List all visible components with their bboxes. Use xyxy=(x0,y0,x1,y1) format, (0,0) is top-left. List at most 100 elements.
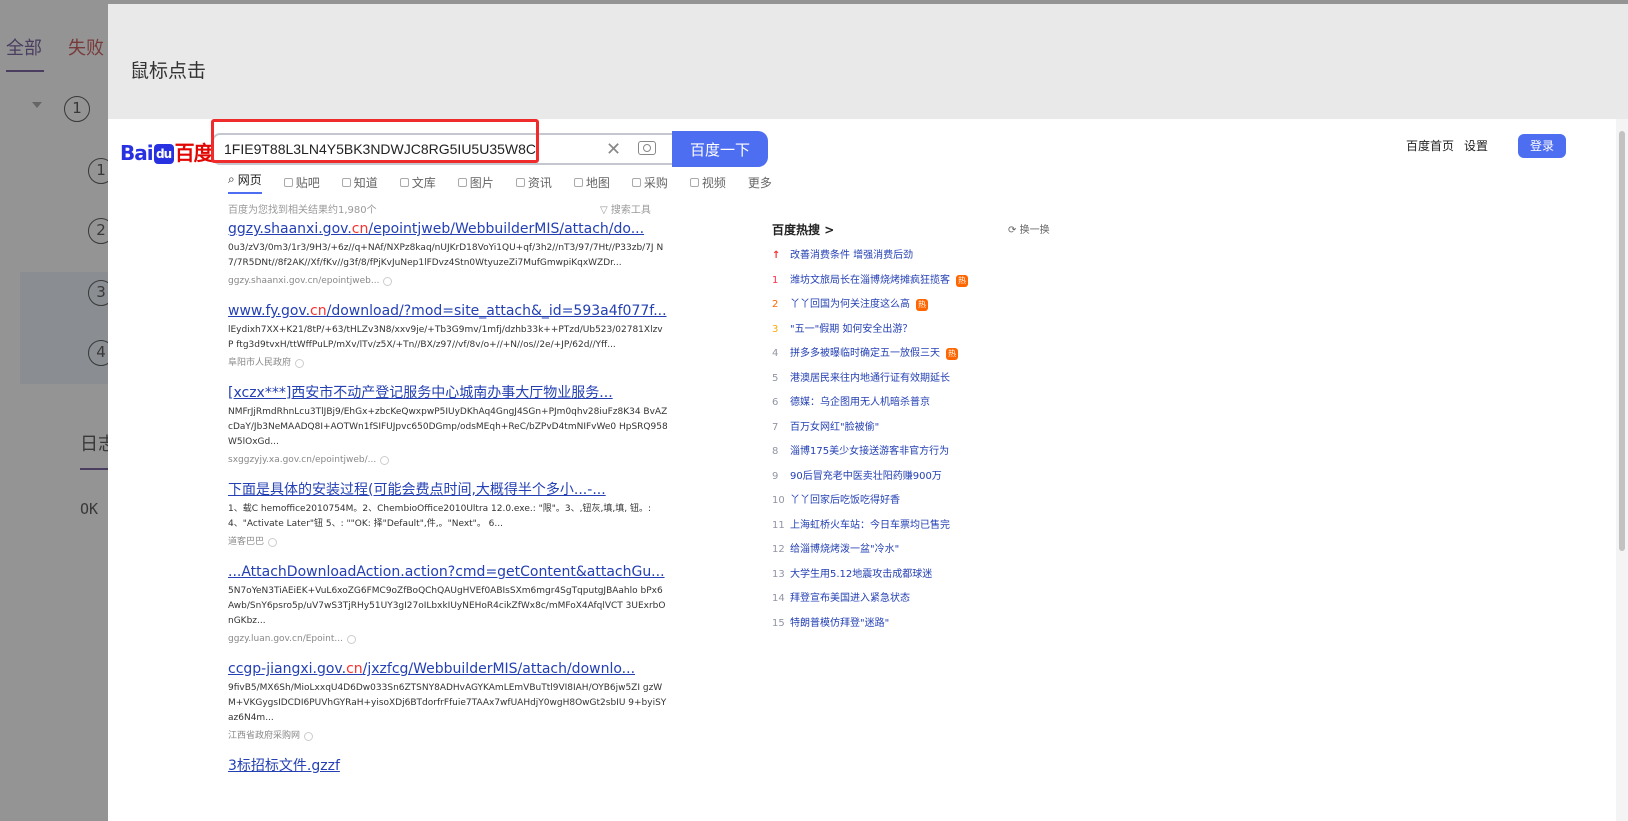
hot-search-text: 德媒：乌企图用无人机暗杀普京 xyxy=(790,397,930,408)
search-tabs: ⌕ 网页 贴吧 知道 文库 图片 资讯 地图 采购 视频 更多 xyxy=(228,171,772,194)
hot-search-title: 百度热搜 xyxy=(772,223,821,237)
hot-search-item[interactable]: 5 港澳居民来往内地通行证有效期延长 xyxy=(772,367,1072,392)
result-source[interactable]: sxggzyjy.xa.gov.cn/epointjweb/... xyxy=(228,452,668,468)
result-title-link[interactable]: ggzy.shaanxi.gov.cn/epointjweb/Webbuilde… xyxy=(228,219,668,239)
info-icon[interactable] xyxy=(304,731,314,741)
search-tools-button[interactable]: ▽ 搜索工具 xyxy=(600,201,651,216)
tab-label: 更多 xyxy=(747,176,772,190)
chevron-right-icon: > xyxy=(824,223,835,237)
hot-search-list: ↑ 改善消费条件 增强消费后劲 1 潍坊文旅局长在淄博烧烤摊疯狂揽客热 2 丫丫回国为何关… xyxy=(772,244,1072,636)
tab-images[interactable]: 图片 xyxy=(457,171,494,194)
info-icon[interactable] xyxy=(380,455,390,465)
result-title-text: ...AttachDownloadAction.action?cmd=getCo… xyxy=(228,564,665,580)
tab-purchase[interactable]: 采购 xyxy=(631,171,668,194)
tab-more[interactable]: 更多 xyxy=(748,171,772,194)
hot-search-item[interactable]: 7 百万女网红"脸被偷" xyxy=(772,416,1072,441)
hot-search-item[interactable]: 3 "五一"假期 如何安全出游？ xyxy=(772,318,1072,343)
result-source[interactable]: ggzy.shaanxi.gov.cn/epointjweb... xyxy=(228,273,668,289)
hot-search-text: 丫丫回家后吃饭吃得好香 xyxy=(790,495,900,506)
result-title-link[interactable]: 3标招标文件.gzzf xyxy=(228,756,668,776)
tab-web[interactable]: ⌕ 网页 xyxy=(228,171,262,194)
hot-badge: 热 xyxy=(916,299,928,312)
info-icon[interactable] xyxy=(295,358,305,368)
baidu-logo[interactable]: Bai du 百度 xyxy=(120,137,214,166)
search-result: ggzy.shaanxi.gov.cn/epointjweb/Webbuilde… xyxy=(228,219,668,289)
tab-wenku[interactable]: 文库 xyxy=(399,171,436,194)
result-title-link[interactable]: ccgp-jiangxi.gov.cn/jxzfcg/WebbuilderMIS… xyxy=(228,659,668,679)
hot-search-header[interactable]: 百度热搜 > ⟳ 换一换 xyxy=(772,221,1072,238)
map-icon xyxy=(573,178,583,187)
hot-search-item[interactable]: 14 拜登宣布美国进入紧急状态 xyxy=(772,587,1072,612)
tab-tieba[interactable]: 贴吧 xyxy=(283,171,320,194)
logo-text-right: 百度 xyxy=(174,141,214,165)
hot-search-text: 潍坊文旅局长在淄博烧烤摊疯狂揽客 xyxy=(790,274,950,286)
hot-search-item[interactable]: 13 大学生用5.12地震攻击成都球迷 xyxy=(772,563,1072,588)
hot-search-text: 丫丫回国为何关注度这么高 xyxy=(790,299,910,310)
tab-label: 采购 xyxy=(643,176,668,190)
hot-badge: 热 xyxy=(946,348,958,361)
hot-rank: 3 xyxy=(772,323,779,335)
login-button[interactable]: 登录 xyxy=(1518,134,1566,158)
hot-search-text: 百万女网红"脸被偷" xyxy=(790,421,880,433)
hot-rank: 14 xyxy=(772,593,785,604)
scrollbar-thumb[interactable] xyxy=(1619,131,1625,551)
result-snippet: 5N7oYeN3TiAEiEK+VuL6xoZG6FMC9oZfBoQChQAU… xyxy=(228,586,666,626)
result-count: 百度为您找到相关结果约1,980个 xyxy=(228,205,377,216)
result-title-text: cn xyxy=(310,303,327,319)
tab-zhidao[interactable]: 知道 xyxy=(341,171,378,194)
hot-search-text: 特朗普模仿拜登"迷路" xyxy=(790,617,890,629)
baidu-home-link[interactable]: 百度首页 xyxy=(1406,137,1454,154)
result-source[interactable]: 阜阳市人民政府 xyxy=(228,355,668,371)
hot-search-item[interactable]: 2 丫丫回国为何关注度这么高热 xyxy=(772,293,1072,318)
close-icon[interactable]: ✕ xyxy=(606,139,621,160)
tab-label: 视频 xyxy=(701,176,726,190)
info-icon[interactable] xyxy=(268,537,278,547)
tab-map[interactable]: 地图 xyxy=(573,171,610,194)
hot-search-item[interactable]: 8 淄博175美少女接送游客非官方行为 xyxy=(772,440,1072,465)
tab-video[interactable]: 视频 xyxy=(689,171,726,194)
search-results: ggzy.shaanxi.gov. cn/epointjweb/Webbuilde… xyxy=(228,219,668,788)
result-source[interactable]: 江西省政府采购网 xyxy=(228,728,668,744)
settings-link[interactable]: 设置 xyxy=(1464,137,1488,154)
hot-search-item[interactable]: 10 丫丫回家后吃饭吃得好香 xyxy=(772,489,1072,514)
info-icon[interactable] xyxy=(383,276,393,286)
hot-search-item[interactable]: 6 德媒：乌企图用无人机暗杀普京 xyxy=(772,391,1072,416)
hot-rank: 1 xyxy=(772,274,779,286)
wenku-icon xyxy=(399,178,409,187)
result-title-text: /epointjweb/WebbuilderMIS/attach/do... xyxy=(368,221,645,237)
hot-search-item[interactable]: 9 90后冒充老中医卖壮阳药赚900万 xyxy=(772,465,1072,490)
result-source[interactable]: 道客巴巴 xyxy=(228,534,668,550)
result-title-link[interactable]: ...AttachDownloadAction.action?cmd=getCo… xyxy=(228,562,668,582)
result-title-text: cn xyxy=(346,661,363,677)
hot-search-item[interactable]: ↑ 改善消费条件 增强消费后劲 xyxy=(772,244,1072,269)
hot-rank: 8 xyxy=(772,446,779,457)
hot-rank: 4 xyxy=(772,348,779,359)
purchase-icon xyxy=(631,178,641,187)
hot-rank: 11 xyxy=(772,519,785,531)
scrollbar[interactable] xyxy=(1616,119,1628,821)
hot-search-item[interactable]: 12 给淄博烧烤泼一盆"冷水" xyxy=(772,538,1072,563)
result-source-text: 道客巴巴 xyxy=(228,537,265,547)
refresh-hot-button[interactable]: ⟳ 换一换 xyxy=(1008,221,1050,236)
result-source-text: 江西省政府采购网 xyxy=(228,731,301,741)
hot-search-text: 淄博175美少女接送游客非官方行为 xyxy=(790,446,950,457)
result-title-link[interactable]: [xczx***]西安市不动产登记服务中心城南办事大厅物业服务... xyxy=(228,383,668,403)
refresh-label: 换一换 xyxy=(1019,225,1050,236)
image-icon xyxy=(457,178,467,187)
info-icon[interactable] xyxy=(346,634,356,644)
hot-search-item[interactable]: 1 潍坊文旅局长在淄博烧烤摊疯狂揽客热 xyxy=(772,269,1072,294)
tab-news[interactable]: 资讯 xyxy=(515,171,552,194)
result-title-link[interactable]: 下面是具体的安装过程(可能会费点时间,大概得半个多小...-... xyxy=(228,480,668,500)
camera-icon[interactable] xyxy=(638,141,656,155)
hot-search-text: 拜登宣布美国进入紧急状态 xyxy=(790,593,910,604)
search-button[interactable]: 百度一下 xyxy=(672,131,768,167)
result-title-link[interactable]: www.fy.gov.cn/download/?mod=site_attach&… xyxy=(228,301,668,321)
screenshot-modal: 鼠标点击 Baidu百度 ✕ 百度一下 百度首页 设置 登录 ⌕网页 贴吧 知道… xyxy=(108,4,1628,821)
hot-search-item[interactable]: 4 拼多多被曝临时确定五一放假三天热 xyxy=(772,342,1072,367)
result-title-text: ggzy.shaanxi.gov. xyxy=(228,221,352,237)
result-snippet: 9fivB5/MX6Sh/MioLxxqU4D6Dw033Sn6ZTSNY8AD… xyxy=(228,683,667,723)
tab-label: 贴吧 xyxy=(295,176,320,190)
result-source[interactable]: ggzy.luan.gov.cn/Epoint... xyxy=(228,631,668,647)
hot-search-item[interactable]: 15 特朗普模仿拜登"迷路" xyxy=(772,612,1072,637)
hot-search-item[interactable]: 11 上海虹桥火车站：今日车票均已售完 xyxy=(772,514,1072,539)
